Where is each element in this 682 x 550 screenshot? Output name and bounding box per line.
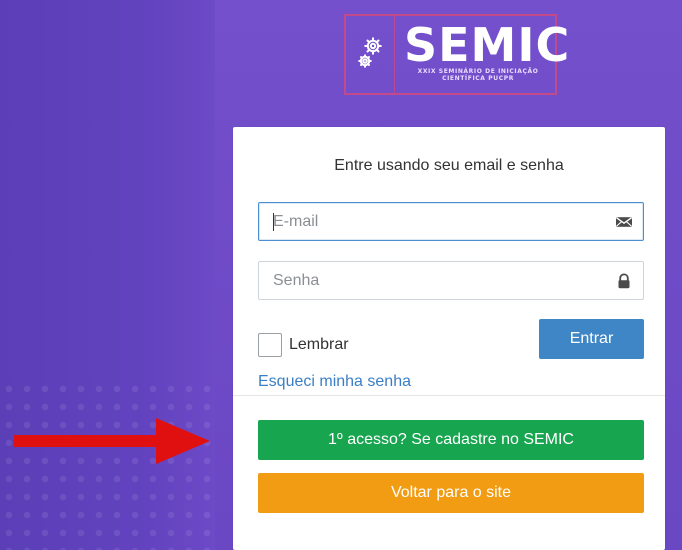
email-field[interactable] (258, 202, 644, 241)
logo-subtitle: XXIX SEMINÁRIO DE INICIAÇÃO CIENTÍFICA P… (404, 68, 552, 82)
back-to-site-button[interactable]: Voltar para o site (258, 473, 644, 513)
remember-option[interactable]: Lembrar (258, 332, 349, 358)
login-title: Entre usando seu email e senha (334, 157, 564, 174)
login-button[interactable]: Entrar (539, 319, 644, 359)
password-input[interactable] (273, 262, 603, 299)
remember-label: Lembrar (289, 336, 349, 353)
login-card: Entre usando seu email e senha Lembrar E… (233, 127, 665, 550)
semic-wordmark: SEMIC (404, 18, 571, 72)
envelope-icon (615, 217, 633, 227)
red-arrow-icon (14, 418, 210, 464)
forgot-password-link[interactable]: Esqueci minha senha (258, 373, 411, 391)
password-field[interactable] (258, 261, 644, 300)
register-button[interactable]: 1º acesso? Se cadastre no SEMIC (258, 420, 644, 460)
remember-checkbox[interactable] (258, 333, 282, 357)
semic-logo: SEMIC XXIX SEMINÁRIO DE INICIAÇÃO CIENTÍ… (344, 14, 569, 95)
text-caret (273, 213, 274, 231)
background-left-panel (0, 0, 215, 550)
gears-icon (358, 37, 382, 68)
logo-subtitle-line2: CIENTÍFICA PUCPR (442, 75, 514, 82)
lock-icon (618, 273, 630, 289)
logo-subtitle-line1: XXIX SEMINÁRIO DE INICIAÇÃO (417, 68, 539, 75)
email-input[interactable] (273, 203, 603, 240)
logo-divider (394, 16, 395, 93)
separator (233, 395, 665, 396)
